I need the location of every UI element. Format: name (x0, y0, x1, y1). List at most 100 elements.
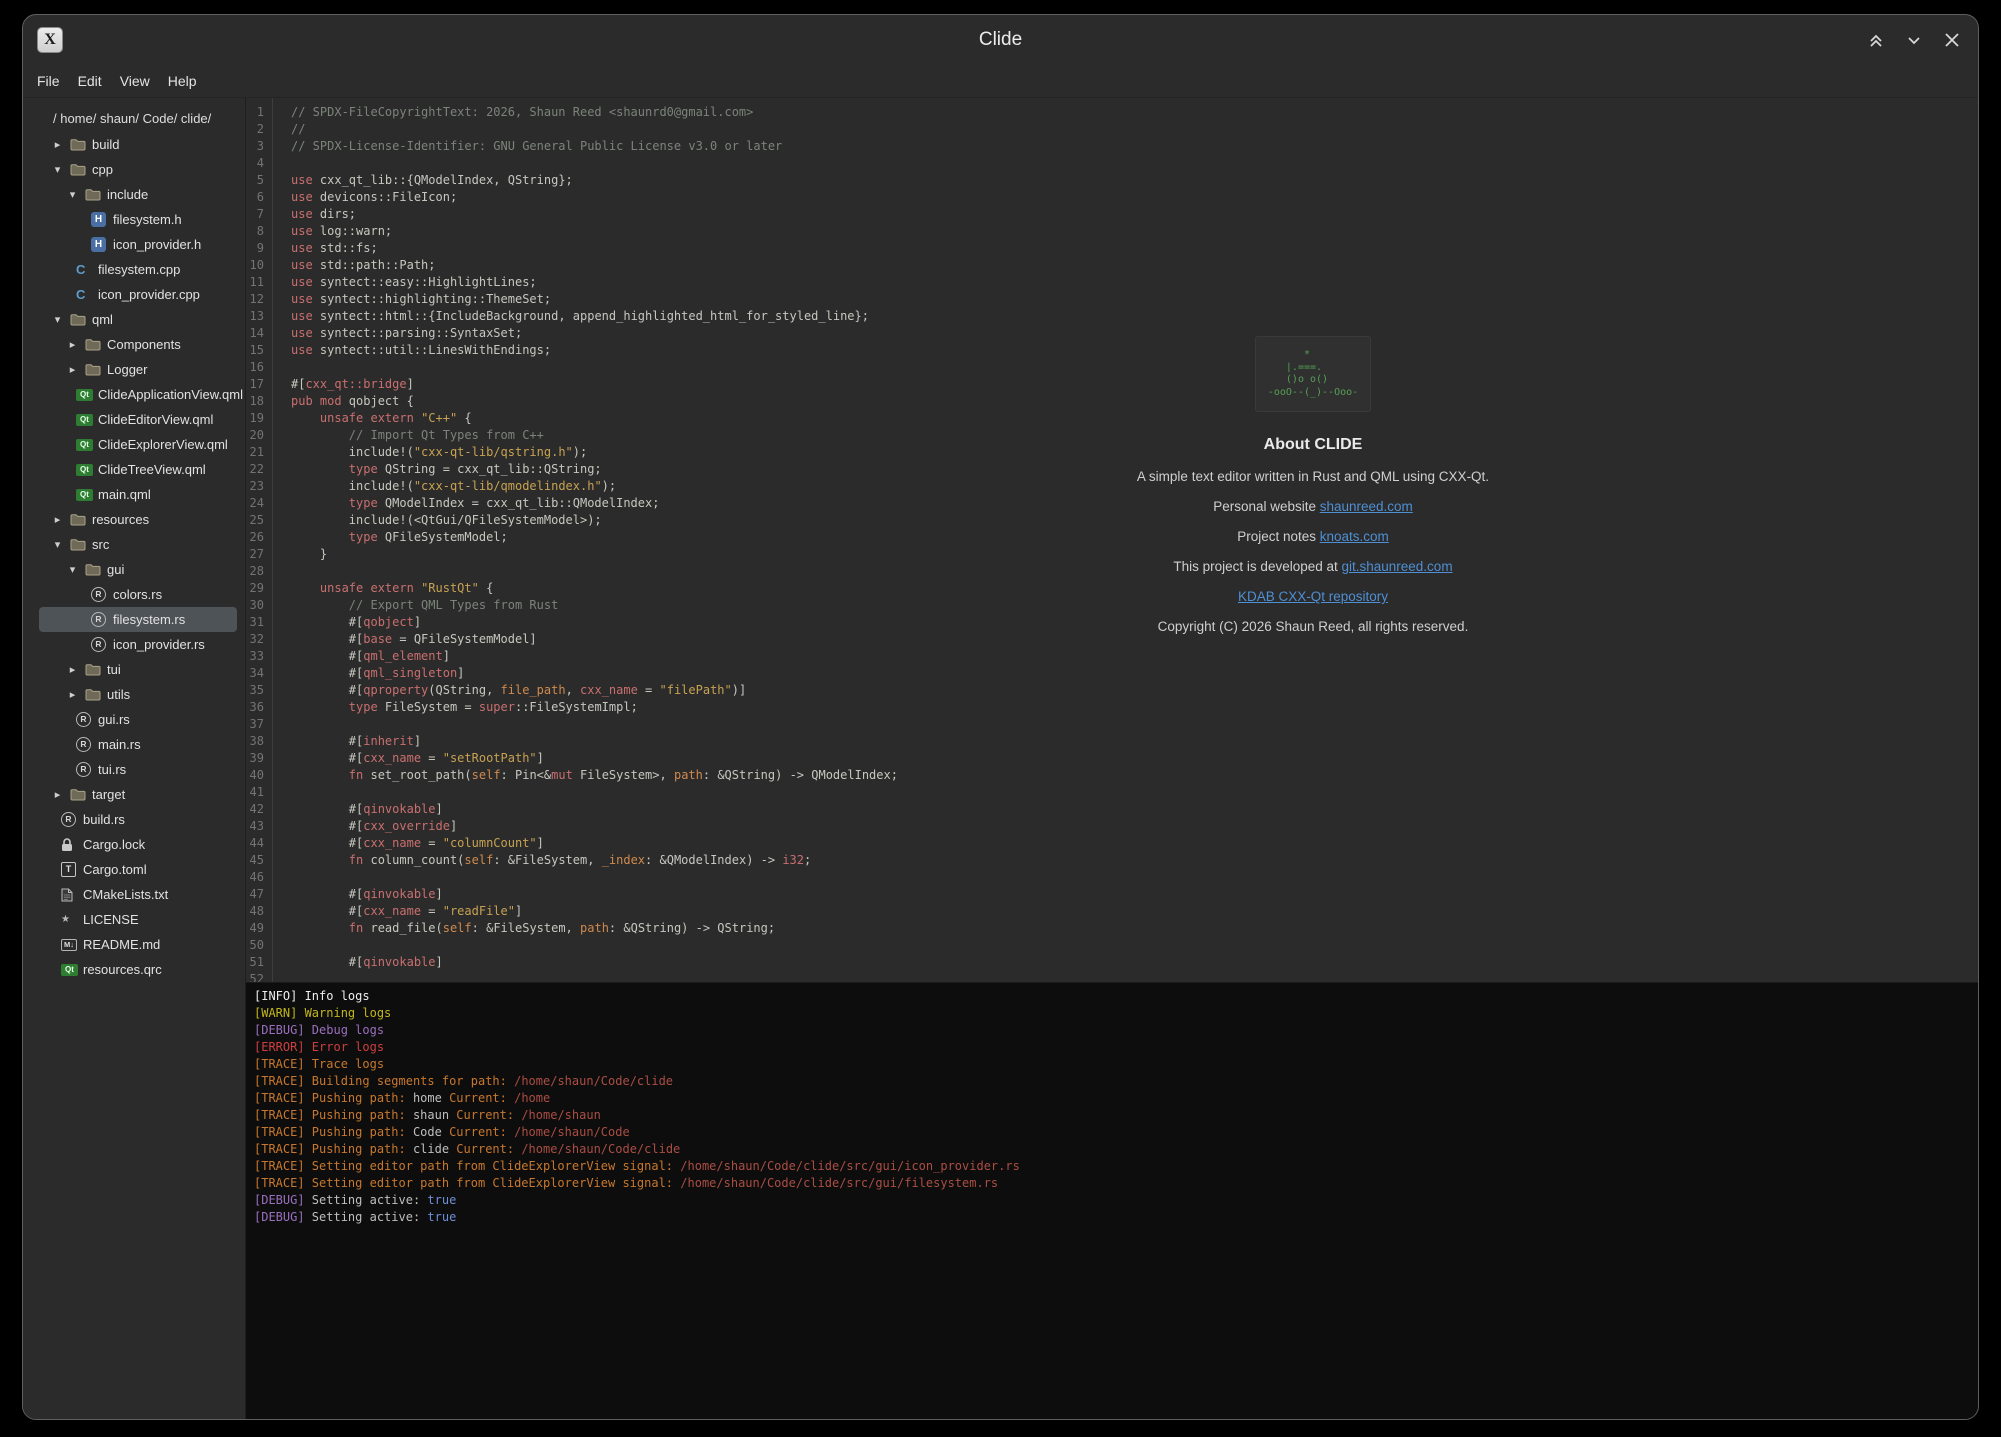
window-controls (1864, 15, 1964, 65)
external-link[interactable]: shaunreed.com (1320, 499, 1413, 514)
tree-item-gui-rs[interactable]: Rgui.rs (23, 707, 245, 732)
chevron-right-icon[interactable]: ▸ (66, 338, 79, 351)
rust-file-icon: R (91, 587, 111, 602)
code-text: fn set_root_path(self: Pin<&mut FileSyst… (272, 767, 898, 784)
tree-item-clideapplicationview-qml[interactable]: QtClideApplicationView.qml (23, 382, 245, 407)
menu-item-help[interactable]: Help (160, 69, 205, 93)
tree-item-label: include (107, 187, 148, 202)
code-text: unsafe extern "C++" { (272, 410, 472, 427)
chevron-down-icon[interactable]: ▾ (66, 188, 79, 201)
code-text (272, 716, 291, 733)
code-text (272, 869, 291, 886)
tree-item-cargo-lock[interactable]: Cargo.lock (23, 832, 245, 857)
code-text (272, 937, 291, 954)
line-number: 19 (246, 410, 272, 427)
tree-item-clideeditorview-qml[interactable]: QtClideEditorView.qml (23, 407, 245, 432)
line-number: 13 (246, 308, 272, 325)
code-text: #[qml_element] (272, 648, 450, 665)
tree-item-main-qml[interactable]: Qtmain.qml (23, 482, 245, 507)
tree-item-tui[interactable]: ▸tui (23, 657, 245, 682)
tree-item-build[interactable]: ▸build (23, 132, 245, 157)
line-number: 50 (246, 937, 272, 954)
tree-item-label: Logger (107, 362, 147, 377)
about-line: This project is developed at git.shaunre… (1063, 559, 1563, 574)
tree-item-target[interactable]: ▸target (23, 782, 245, 807)
code-line: 5use cxx_qt_lib::{QModelIndex, QString}; (246, 172, 1978, 189)
log-line: [TRACE] Setting editor path from ClideEx… (254, 1175, 1970, 1192)
tree-item-build-rs[interactable]: Rbuild.rs (23, 807, 245, 832)
code-line: 9use std::fs; (246, 240, 1978, 257)
tree-item-filesystem-rs[interactable]: Rfilesystem.rs (39, 607, 237, 632)
code-line: 44 #[cxx_name = "columnCount"] (246, 835, 1978, 852)
line-number: 22 (246, 461, 272, 478)
tree-item-license[interactable]: ★LICENSE (23, 907, 245, 932)
tree-item-src[interactable]: ▾src (23, 532, 245, 557)
tree-item-icon-provider-h[interactable]: Hicon_provider.h (23, 232, 245, 257)
code-text: fn column_count(self: &FileSystem, _inde… (272, 852, 811, 869)
menu-item-edit[interactable]: Edit (70, 69, 110, 93)
tree-item-filesystem-h[interactable]: Hfilesystem.h (23, 207, 245, 232)
line-number: 35 (246, 682, 272, 699)
line-number: 51 (246, 954, 272, 971)
tree-item-clideexplorerview-qml[interactable]: QtClideExplorerView.qml (23, 432, 245, 457)
external-link[interactable]: git.shaunreed.com (1342, 559, 1453, 574)
code-line: 8use log::warn; (246, 223, 1978, 240)
code-text: #[inherit] (272, 733, 421, 750)
code-line: 50 (246, 937, 1978, 954)
code-line: 41 (246, 784, 1978, 801)
menu-item-file[interactable]: File (29, 69, 68, 93)
line-number: 18 (246, 393, 272, 410)
tree-item-main-rs[interactable]: Rmain.rs (23, 732, 245, 757)
code-text: use log::warn; (272, 223, 392, 240)
code-text: use std::path::Path; (272, 257, 436, 274)
chevron-right-icon[interactable]: ▸ (51, 513, 64, 526)
roll-up-button[interactable] (1864, 28, 1888, 52)
tree-item-clidetreeview-qml[interactable]: QtClideTreeView.qml (23, 457, 245, 482)
tree-item-colors-rs[interactable]: Rcolors.rs (23, 582, 245, 607)
tree-item-components[interactable]: ▸Components (23, 332, 245, 357)
tree-item-label: filesystem.rs (113, 612, 185, 627)
tree-item-filesystem-cpp[interactable]: Cfilesystem.cpp (23, 257, 245, 282)
code-line: 40 fn set_root_path(self: Pin<&mut FileS… (246, 767, 1978, 784)
tree-item-tui-rs[interactable]: Rtui.rs (23, 757, 245, 782)
roll-down-button[interactable] (1902, 28, 1926, 52)
code-text: #[qproperty(QString, file_path, cxx_name… (272, 682, 746, 699)
tree-item-resources[interactable]: ▸resources (23, 507, 245, 532)
about-lines: A simple text editor written in Rust and… (1063, 469, 1563, 634)
close-button[interactable] (1940, 28, 1964, 52)
tree-item-icon-provider-cpp[interactable]: Cicon_provider.cpp (23, 282, 245, 307)
tree-item-cargo-toml[interactable]: TCargo.toml (23, 857, 245, 882)
chevron-down-icon[interactable]: ▾ (66, 563, 79, 576)
tree-item-utils[interactable]: ▸utils (23, 682, 245, 707)
tree-item-logger[interactable]: ▸ Logger (23, 357, 245, 382)
header-file-icon: H (91, 237, 111, 252)
tree-item-cmakelists-txt[interactable]: CMakeLists.txt (23, 882, 245, 907)
chevron-down-icon (1904, 30, 1924, 50)
titlebar[interactable]: X Clide (23, 15, 1978, 65)
menu-item-view[interactable]: View (112, 69, 158, 93)
tree-item-include[interactable]: ▾ include (23, 182, 245, 207)
log-panel[interactable]: [INFO] Info logs[WARN] Warning logs[DEBU… (246, 982, 1978, 1419)
tree-item-icon-provider-rs[interactable]: Ricon_provider.rs (23, 632, 245, 657)
tree-item-readme-md[interactable]: M↓README.md (23, 932, 245, 957)
external-link[interactable]: KDAB CXX-Qt repository (1238, 589, 1388, 604)
tree-item-gui[interactable]: ▾gui (23, 557, 245, 582)
chevron-right-icon[interactable]: ▸ (66, 663, 79, 676)
chevron-right-icon[interactable]: ▸ (66, 688, 79, 701)
line-number: 20 (246, 427, 272, 444)
chevron-right-icon[interactable]: ▸ (66, 363, 79, 376)
chevron-down-icon[interactable]: ▾ (51, 313, 64, 326)
tree-item-label: CMakeLists.txt (83, 887, 168, 902)
chevron-right-icon[interactable]: ▸ (51, 138, 64, 151)
code-editor[interactable]: 1// SPDX-FileCopyrightText: 2026, Shaun … (246, 98, 1978, 982)
chevron-right-icon[interactable]: ▸ (51, 788, 64, 801)
chevron-down-icon[interactable]: ▾ (51, 538, 64, 551)
line-number: 1 (246, 104, 272, 121)
code-text: type QFileSystemModel; (272, 529, 508, 546)
tree-item-cpp[interactable]: ▾cpp (23, 157, 245, 182)
tree-item-qml[interactable]: ▾qml (23, 307, 245, 332)
tree-item-resources-qrc[interactable]: Qtresources.qrc (23, 957, 245, 982)
external-link[interactable]: knoats.com (1320, 529, 1389, 544)
qt-file-icon: Qt (76, 389, 96, 401)
chevron-down-icon[interactable]: ▾ (51, 163, 64, 176)
